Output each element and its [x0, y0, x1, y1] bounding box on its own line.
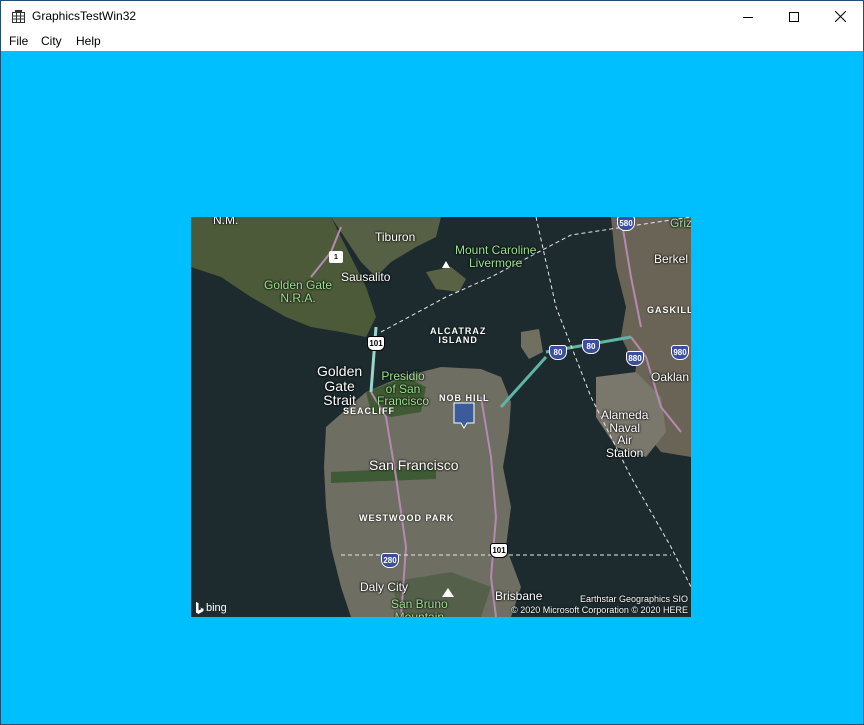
map-label-berkeley: Berkel: [654, 252, 689, 266]
app-grid-icon: [12, 10, 25, 23]
map-label-westwood-park: WESTWOOD PARK: [359, 513, 455, 523]
shield-ca1: 1: [329, 251, 343, 263]
app-window: GraphicsTestWin32 File City Help N.M. Ti…: [0, 0, 864, 725]
attribution-line-1: Earthstar Geographics SIO: [579, 594, 688, 605]
map-label-gaskill: GASKILL: [647, 305, 691, 315]
shield-i280: 280: [381, 553, 399, 568]
shield-us101-north: 101: [367, 336, 385, 351]
map-label-san-francisco: San Francisco: [369, 457, 459, 473]
close-icon: [834, 11, 846, 22]
map-attribution: Earthstar Geographics SIO © 2020 Microso…: [511, 594, 688, 615]
minimize-button[interactable]: [725, 1, 771, 32]
map-label-mount-caroline: Mount Caroline Livermore: [455, 243, 537, 270]
map-label-sausalito: Sausalito: [341, 270, 391, 284]
attribution-line-2: © 2020 Microsoft Corporation © 2020 HERE: [511, 604, 688, 615]
shield-i980: 980: [671, 345, 689, 360]
menu-city[interactable]: City: [41, 34, 62, 48]
minimize-icon: [743, 16, 753, 18]
map-label-griz: Griz: [670, 217, 691, 230]
menu-file[interactable]: File: [9, 34, 28, 48]
menu-help[interactable]: Help: [76, 34, 101, 48]
map-label-nm: N.M.: [213, 217, 239, 227]
location-pin-icon[interactable]: [453, 402, 475, 430]
map-label-golden-gate-strait: Golden Gate Strait: [317, 363, 363, 409]
maximize-icon: [789, 11, 799, 22]
maximize-button[interactable]: [771, 1, 817, 32]
satellite-map[interactable]: N.M. Tiburon Mount Caroline Livermore Sa…: [191, 217, 691, 617]
shield-us101-south: 101: [490, 543, 508, 558]
map-label-daly-city: Daly City: [360, 580, 409, 594]
window-title: GraphicsTestWin32: [32, 9, 137, 23]
map-label-san-bruno: San Bruno Mountain: [391, 597, 448, 617]
bing-icon: [196, 602, 204, 614]
menu-bar: File City Help: [1, 32, 863, 51]
bing-logo: bing: [195, 602, 227, 614]
shield-i80-a: 80: [549, 345, 567, 360]
title-bar[interactable]: GraphicsTestWin32: [1, 1, 863, 32]
map-label-golden-gate-nra: Golden Gate N.R.A.: [264, 278, 333, 305]
client-area: N.M. Tiburon Mount Caroline Livermore Sa…: [1, 51, 863, 724]
map-label-seacliff: SEACLIFF: [343, 406, 395, 416]
map-label-oakland: Oaklan: [651, 370, 690, 384]
shield-i80-b: 80: [582, 339, 600, 354]
map-label-presidio: Presidio of San Francisco: [377, 369, 430, 409]
map-label-alameda: Alameda Naval Air Station: [601, 408, 649, 460]
shield-i880: 880: [626, 351, 644, 366]
shield-i580: 580: [617, 217, 635, 231]
map-label-tiburon: Tiburon: [375, 230, 416, 244]
map-label-alcatraz: ALCATRAZ ISLAND: [430, 326, 487, 346]
close-button[interactable]: [817, 1, 863, 32]
bing-logo-text: bing: [206, 602, 227, 614]
